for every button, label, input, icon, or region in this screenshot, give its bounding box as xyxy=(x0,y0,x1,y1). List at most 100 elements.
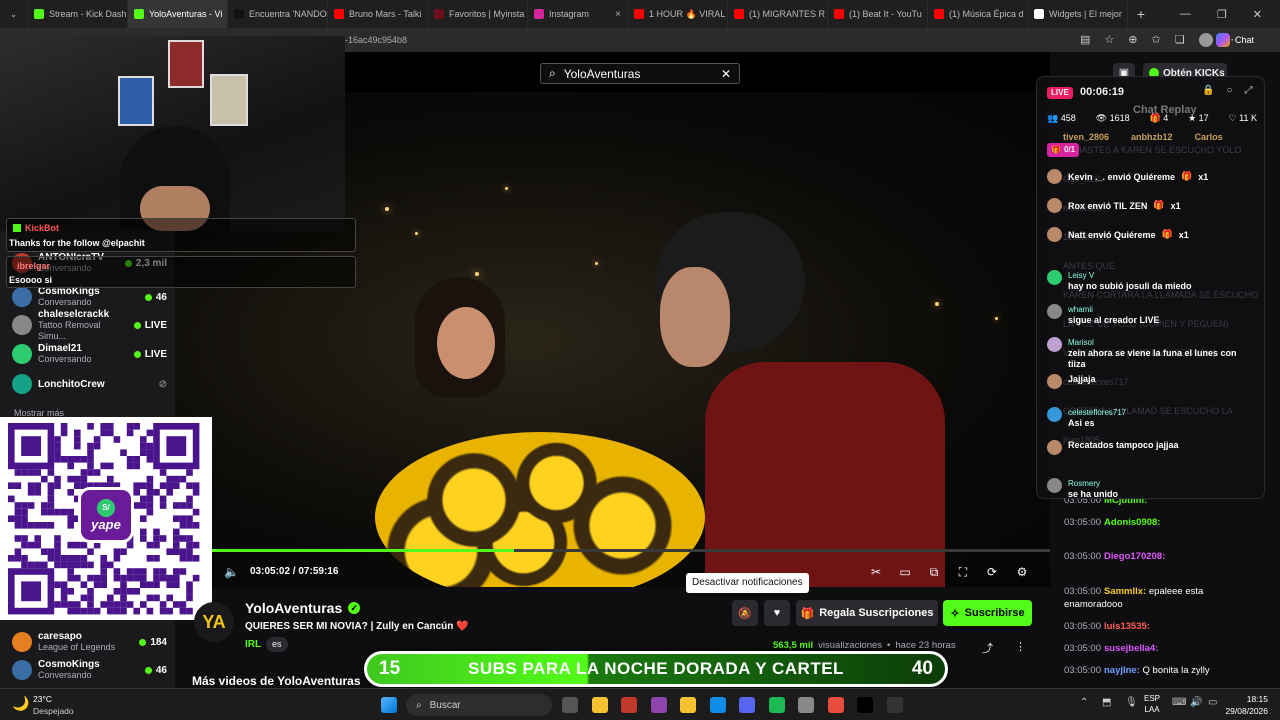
browser-tab[interactable]: 1 HOUR 🔥 VIRAL× xyxy=(628,0,728,28)
category-link[interactable]: IRL xyxy=(245,639,261,650)
live-dot-icon xyxy=(144,293,152,301)
avatar xyxy=(12,315,32,335)
channel-name[interactable]: YoloAventuras xyxy=(245,600,342,616)
favorites-icon[interactable]: ✩ xyxy=(1152,33,1161,47)
folder-icon[interactable] xyxy=(680,697,696,713)
clear-search-icon[interactable]: ✕ xyxy=(721,67,731,81)
sidebar-channel[interactable]: chaleselcrackk Tattoo Removal Simu... LIVE xyxy=(12,309,167,341)
wall-poster xyxy=(210,74,248,126)
maximize-icon[interactable]: ❐ xyxy=(1217,8,1227,21)
speed-icon[interactable]: ⟳ xyxy=(985,565,999,579)
weather-temp[interactable]: 23°C xyxy=(33,694,52,704)
browser-tab[interactable]: YoloAventuras - Vi× xyxy=(128,0,228,28)
live-indicator: 46 xyxy=(144,292,167,303)
network-icon[interactable]: ⌨ xyxy=(1172,697,1186,708)
browser-tab[interactable]: Encuentra 'NANDO× xyxy=(228,0,328,28)
url-text[interactable]: -16ac49c954b8 xyxy=(345,35,407,45)
sidebar-channel[interactable]: LonchitoCrew ⊘ xyxy=(12,370,167,398)
chat-username[interactable]: Diego170208: xyxy=(1104,551,1165,562)
app-icon[interactable] xyxy=(827,697,844,713)
chat-username: celesteflores717 xyxy=(1068,408,1127,417)
xbox-icon[interactable] xyxy=(798,697,814,713)
new-tab-button[interactable]: + xyxy=(1128,6,1154,22)
settings-icon[interactable]: ○ xyxy=(1226,85,1232,96)
close-window-icon[interactable]: ✕ xyxy=(1253,8,1262,21)
extensions-icon[interactable]: ⊕ xyxy=(1128,33,1137,47)
microphone-icon[interactable]: 🎙 xyxy=(1125,697,1138,708)
browser-tab[interactable]: Stream - Kick Dash× xyxy=(28,0,128,28)
pip-icon[interactable]: ⧉ xyxy=(927,565,941,579)
favorite-star-icon[interactable]: ☆ xyxy=(1104,33,1114,47)
discord-icon[interactable] xyxy=(739,697,755,713)
browser-tab[interactable]: (1) MIGRANTES R× xyxy=(728,0,828,28)
browser-tab[interactable]: Bruno Mars - Talki× xyxy=(328,0,428,28)
more-options-icon[interactable]: ⋮ xyxy=(1015,640,1026,653)
chat-text: Recatados tampoco jajjaa xyxy=(1068,440,1179,450)
channel-category: Conversando xyxy=(38,670,92,680)
fullscreen-icon[interactable]: ⛶ xyxy=(956,565,970,579)
minimize-icon[interactable]: — xyxy=(1180,8,1191,21)
gift-subs-button[interactable]: 🎁 Regala Suscripciones xyxy=(796,600,938,626)
clock[interactable]: 18:15 29/08/2026 xyxy=(1222,693,1268,717)
browser-tab[interactable]: Instagram × xyxy=(528,0,628,28)
sidebar-channel[interactable]: Dimael21 Conversando LIVE xyxy=(12,340,167,368)
speaker-icon[interactable]: 🔊 xyxy=(1190,697,1202,708)
sidebar-channel[interactable]: CosmoKings Conversando 46 xyxy=(12,656,167,684)
copilot-icon[interactable] xyxy=(650,697,667,713)
notifications-button[interactable]: 🔕 xyxy=(732,600,758,626)
tiktok-icon[interactable] xyxy=(857,697,873,713)
browser-tab[interactable]: Widgets | El mejor× xyxy=(1028,0,1128,28)
subscribe-button[interactable]: ✧ Suscribirse xyxy=(943,600,1032,626)
avatar xyxy=(12,660,32,680)
channel-name: Dimael21 xyxy=(38,343,82,354)
chat-username[interactable]: nayjlne: xyxy=(1104,665,1140,676)
tray-app-icon[interactable]: ⬒ xyxy=(1102,697,1111,708)
lock-icon[interactable]: 🔒 xyxy=(1202,85,1214,96)
channel-avatar[interactable]: YA xyxy=(194,602,234,642)
start-icon[interactable] xyxy=(381,697,397,713)
language-indicator[interactable]: ESP LAA xyxy=(1144,693,1160,715)
channel-name: LonchitoCrew xyxy=(38,378,105,390)
spotify-icon[interactable] xyxy=(768,697,785,713)
clip-icon[interactable]: ✂ xyxy=(869,565,883,579)
weather-desc[interactable]: Despejado xyxy=(33,706,74,716)
browser-tab[interactable]: (1) Beat It - YouTu× xyxy=(828,0,928,28)
gift-event: Kevin ._. envió Quiéreme 🎁 x1 xyxy=(1047,169,1208,184)
settings-gear-icon[interactable]: ⚙ xyxy=(1015,565,1029,579)
chat-username[interactable]: Adonis0908: xyxy=(1104,517,1161,528)
windows-taskbar: 🌙 23°C Despejado ⌕ Buscar ⌃ ⬒ 🎙 ESP LAA ⌨… xyxy=(0,688,1280,720)
theater-icon[interactable]: ▭ xyxy=(898,565,912,579)
sidebar-channel[interactable]: caresapo League of Legends 184 xyxy=(12,628,167,656)
chat-username[interactable]: susejbella4: xyxy=(1104,643,1158,654)
share-icon[interactable]: ⤴ xyxy=(982,640,993,656)
taskbar-search[interactable]: ⌕ Buscar xyxy=(406,694,552,716)
tray-chevron-icon[interactable]: ⌃ xyxy=(1080,697,1088,708)
browser-tab[interactable]: (1) Música Épica d× xyxy=(928,0,1028,28)
browser-tab[interactable]: Favoritos | Myinsta× xyxy=(428,0,528,28)
collections-icon[interactable]: ❏ xyxy=(1175,33,1185,47)
chat-username[interactable]: Sammllx: xyxy=(1104,586,1146,597)
tab-favicon xyxy=(434,9,444,19)
reader-icon[interactable]: ▤ xyxy=(1080,33,1090,47)
weather-icon[interactable]: 🌙 xyxy=(12,695,29,712)
chat-username[interactable]: luis13535: xyxy=(1104,621,1150,632)
tab-favicon xyxy=(334,9,344,19)
chat-log-message: 03:05:00 nayjlne: Q bonita la zylly xyxy=(1064,664,1254,677)
search-input[interactable]: ⌕ YoloAventuras ✕ xyxy=(540,63,740,84)
profile-avatar[interactable] xyxy=(1198,33,1213,47)
close-tab-icon[interactable]: × xyxy=(615,9,621,20)
edge-icon[interactable] xyxy=(709,697,726,713)
expand-icon[interactable]: ⤢ xyxy=(1245,85,1253,96)
favorite-button[interactable]: ♥ xyxy=(764,600,790,626)
obs-icon[interactable] xyxy=(886,697,903,713)
store-icon[interactable] xyxy=(621,697,637,713)
copilot-chat-button[interactable]: Chat xyxy=(1216,33,1254,47)
top-user: Carlos xyxy=(1194,132,1223,142)
chat-username: Leisy V xyxy=(1068,271,1095,280)
file-explorer-icon[interactable] xyxy=(591,697,608,713)
tab-menu-button[interactable]: ⌄ xyxy=(0,0,28,28)
volume-icon[interactable]: 🔈 xyxy=(224,565,239,579)
language-tag[interactable]: es xyxy=(266,637,288,652)
battery-icon[interactable]: ▭ xyxy=(1208,697,1217,708)
taskview-icon[interactable] xyxy=(562,697,578,713)
